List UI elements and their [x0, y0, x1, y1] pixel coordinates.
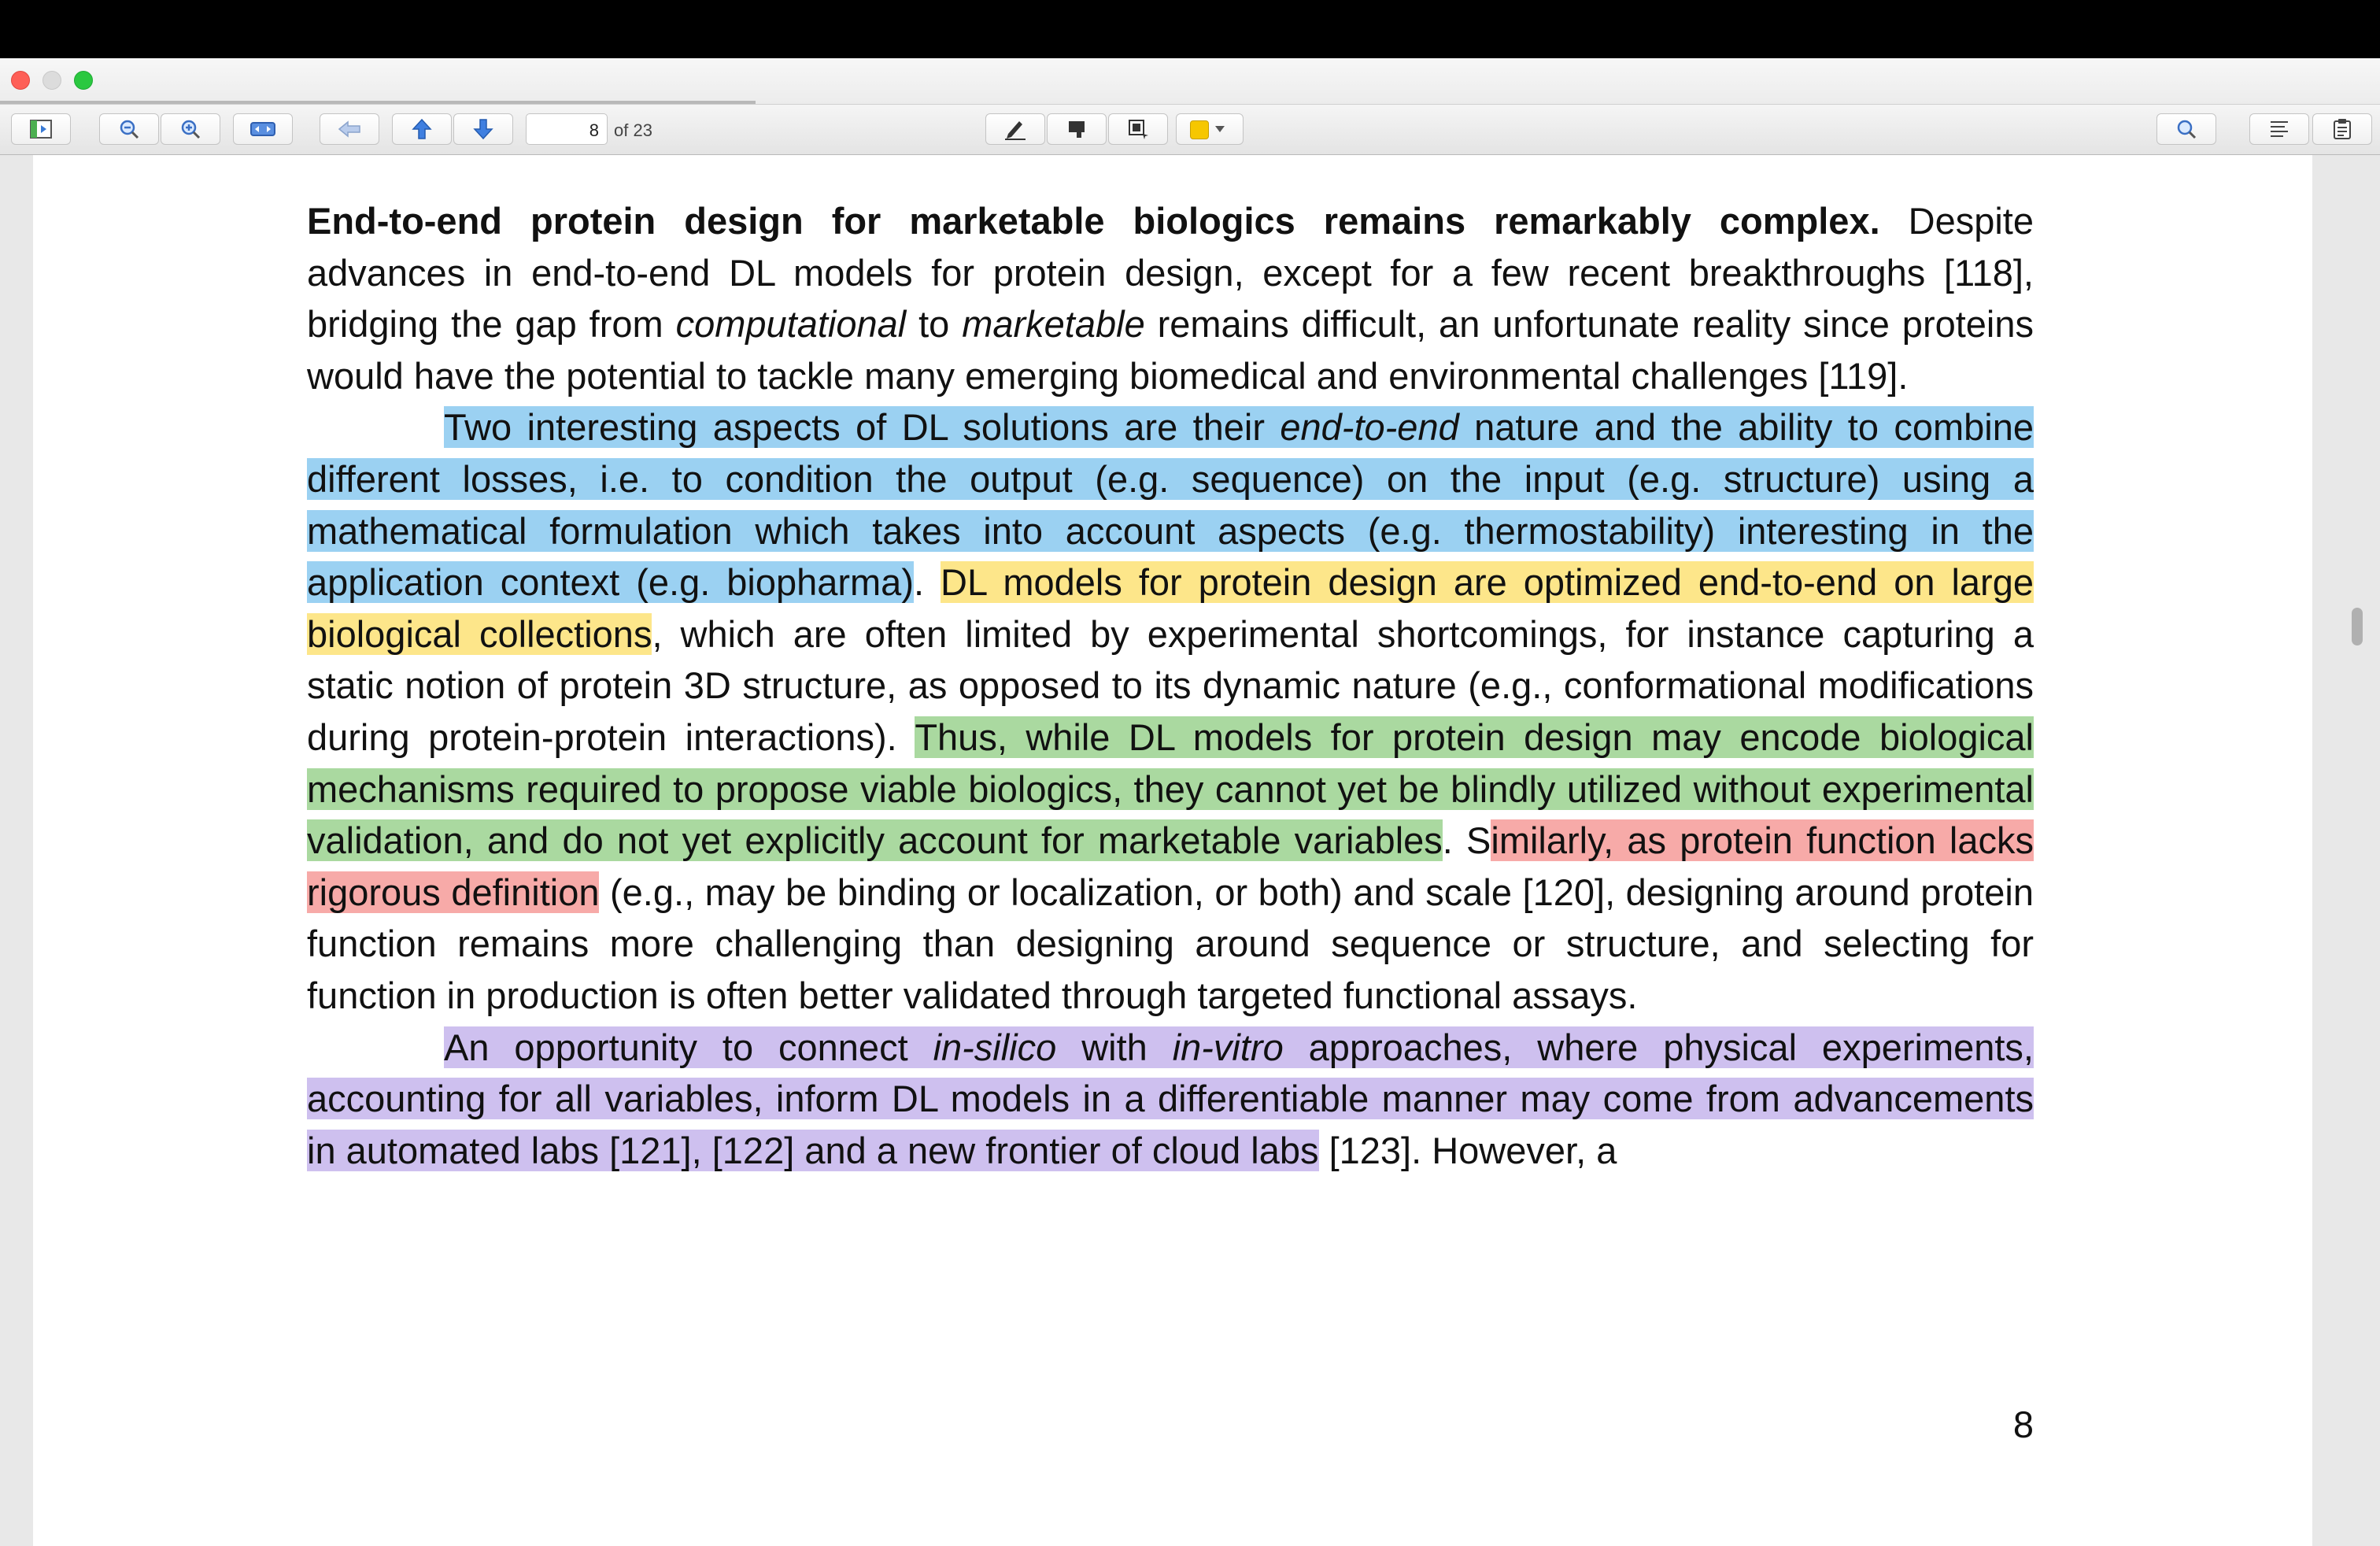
text-run: to: [906, 303, 963, 346]
text-run: Two interesting aspects of DL solutions …: [444, 406, 1281, 449]
minimize-window-button[interactable]: [42, 71, 61, 90]
page-number-footer: 8: [2012, 1404, 2034, 1445]
purple-highlight[interactable]: An opportunity to connect in-silico with…: [307, 1026, 2034, 1171]
zoom-out-button[interactable]: [99, 113, 159, 145]
text-run: [123]. However, a: [1318, 1129, 1617, 1171]
text-view-button[interactable]: [2249, 113, 2309, 145]
back-button[interactable]: [320, 113, 379, 145]
text-run: with: [1056, 1026, 1173, 1068]
text-run: . S: [1442, 819, 1491, 862]
paragraph-2: Two interesting aspects of DL solutions …: [307, 401, 2034, 1021]
next-page-icon: [473, 119, 493, 140]
page-count-label: of 23: [614, 120, 652, 140]
paragraph-3: An opportunity to connect in-silico with…: [307, 1022, 2034, 1177]
previous-page-icon: [412, 118, 432, 139]
zoom-out-icon: [120, 120, 139, 139]
screen-top-bar: [0, 0, 2380, 58]
notes-icon: [2334, 119, 2351, 139]
zoom-in-icon: [181, 120, 201, 139]
pen-icon: [1005, 121, 1026, 140]
fit-width-button[interactable]: [233, 113, 293, 145]
emphasis-text: in-silico: [933, 1026, 1057, 1068]
highlight-color-button[interactable]: [1176, 113, 1244, 145]
text-run: An opportunity to connect: [444, 1026, 933, 1068]
emphasis-text: in-vitro: [1172, 1026, 1284, 1068]
text-run: .: [913, 561, 941, 604]
pen-tool-button[interactable]: [985, 113, 1045, 145]
emphasis-text: marketable: [962, 303, 1145, 346]
search-icon: [2177, 120, 2197, 139]
paragraph-1: End-to-end protein design for marketable…: [307, 195, 2034, 401]
close-window-button[interactable]: [11, 71, 30, 90]
stamp-icon: [1069, 121, 1085, 138]
notes-button[interactable]: [2312, 113, 2372, 145]
page-text: End-to-end protein design for marketable…: [307, 195, 2034, 1176]
back-icon: [338, 120, 360, 138]
color-swatch-icon: [1190, 120, 1209, 139]
stamp-tool-button[interactable]: [1047, 113, 1107, 145]
fit-width-icon: [250, 122, 275, 136]
emphasis-text: computational: [675, 303, 907, 346]
search-button[interactable]: [2156, 113, 2216, 145]
zoom-in-button[interactable]: [161, 113, 220, 145]
emphasis-text: end-to-end: [1280, 406, 1459, 449]
next-page-button[interactable]: [453, 113, 513, 145]
loading-progress-bar: [0, 101, 756, 104]
window-titlebar: [0, 58, 2380, 105]
chevron-down-icon: [1215, 126, 1225, 132]
sidebar-icon: [30, 120, 52, 139]
text-view-icon: [2271, 121, 2288, 137]
vertical-scrollbar-thumb[interactable]: [2352, 608, 2363, 645]
previous-page-button[interactable]: [392, 113, 452, 145]
paragraph-heading: End-to-end protein design for marketable…: [307, 200, 1880, 242]
selection-tool-button[interactable]: [1108, 113, 1168, 145]
page-number-field[interactable]: 8: [526, 113, 608, 145]
sidebar-toggle-button[interactable]: [11, 113, 71, 145]
maximize-window-button[interactable]: [74, 71, 93, 90]
selection-icon: [1129, 120, 1148, 139]
